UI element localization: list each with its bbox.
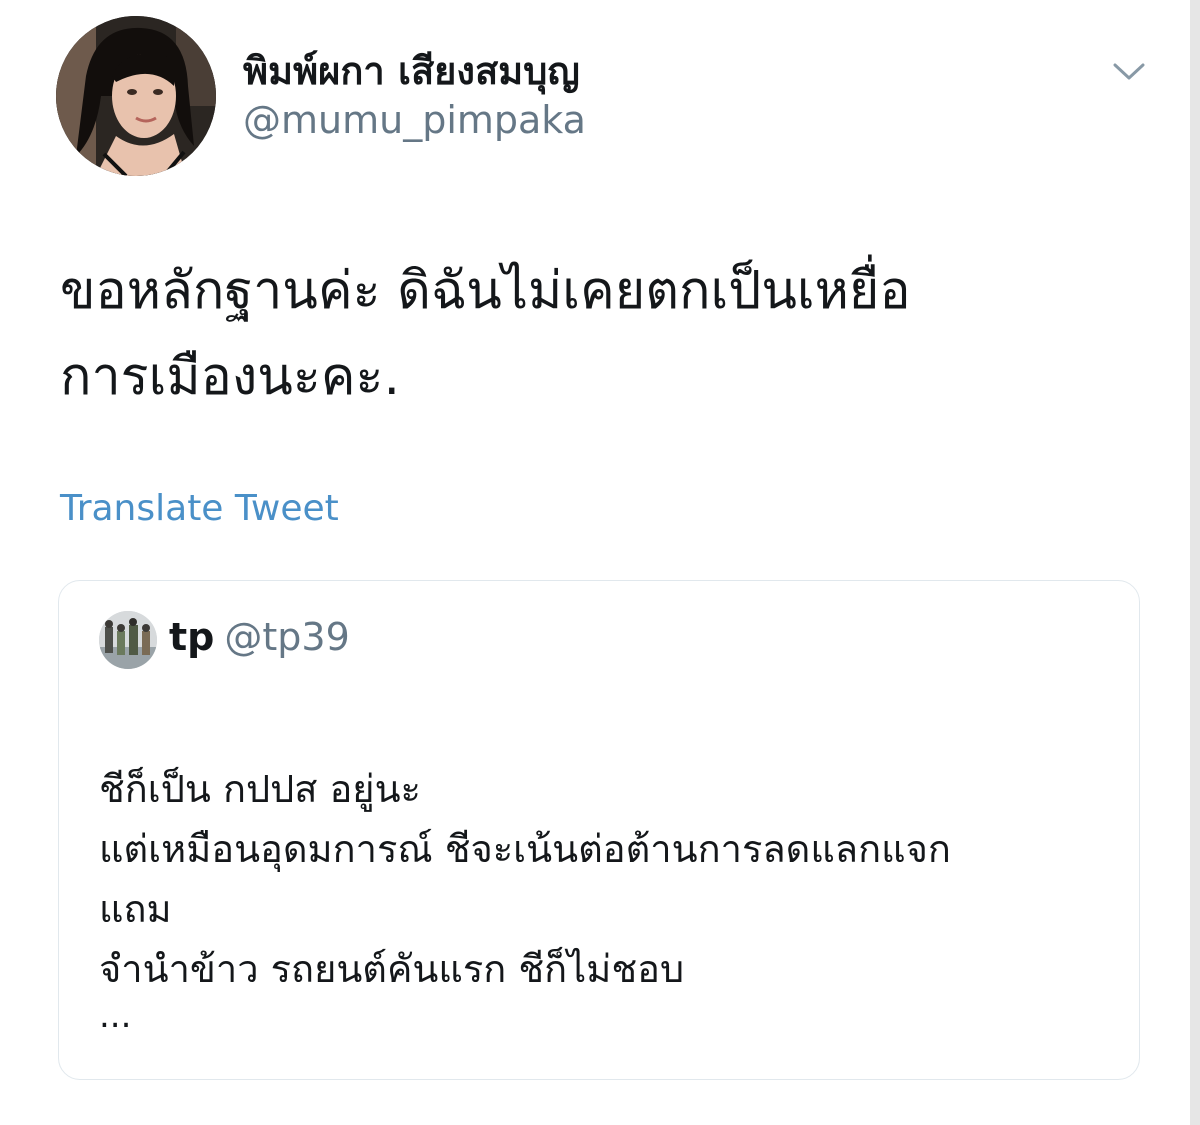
tweet-text: ขอหลักฐานค่ะ ดิฉันไม่เคยตกเป็นเหยื่อ การ… [60,248,1140,420]
quoted-author-handle: @tp39 [224,615,350,659]
quoted-author-header: tp @tp39 [169,615,355,659]
translate-tweet-link[interactable]: Translate Tweet [60,488,339,529]
group-photo-icon [99,611,157,669]
quoted-text-line: ชีก็เป็น กปปส อยู่นะ [99,767,421,811]
quoted-text-line: แต่เหมือนอุดมการณ์ ชีจะเน้นต่อต้านการลดแ… [99,827,951,871]
chevron-down-icon[interactable] [1110,52,1148,90]
quoted-tweet-text: ชีก็เป็น กปปส อยู่นะ แต่เหมือนอุดมการณ์ … [99,759,1099,999]
quoted-author-name: tp [169,615,215,659]
quoted-tweet-card[interactable]: tp @tp39 ชีก็เป็น กปปส อยู่นะ แต่เหมือนอุ… [58,580,1140,1080]
tweet-text-line: ขอหลักฐานค่ะ ดิฉันไม่เคยตกเป็นเหยื่อ [60,261,911,321]
quoted-text-line: แถม [99,887,172,931]
quoted-text-ellipsis: ... [99,996,132,1036]
quoted-author-avatar [99,611,157,669]
author-handle[interactable]: @mumu_pimpaka [243,98,586,142]
profile-photo-icon [56,16,216,176]
author-avatar[interactable] [56,16,216,176]
screen-edge-strip [1190,0,1200,1125]
tweet-text-line: การเมืองนะคะ. [60,347,401,407]
author-display-name[interactable]: พิมพ์ผกา เสียงสมบุญ [243,40,580,101]
quoted-text-line: จำนำข้าว รถยนต์คันแรก ชีก็ไม่ชอบ [99,947,685,991]
